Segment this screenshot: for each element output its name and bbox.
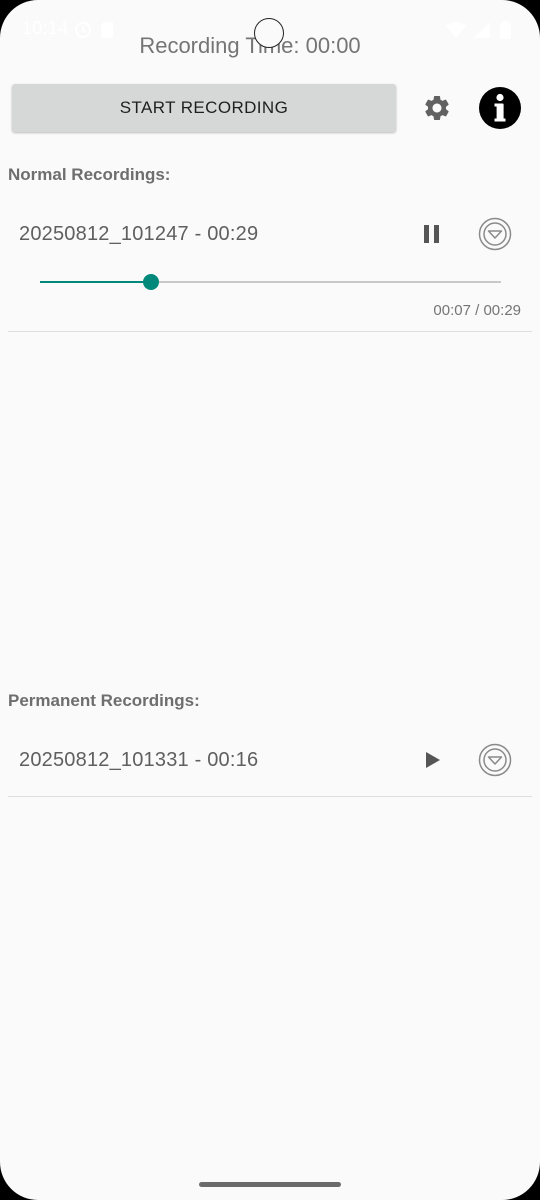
play-icon: [426, 752, 440, 768]
pause-button[interactable]: [414, 216, 450, 252]
info-button[interactable]: [478, 86, 522, 130]
permanent-recordings-header: Permanent Recordings:: [8, 691, 200, 710]
gear-icon: [425, 96, 449, 120]
play-button[interactable]: [414, 742, 450, 778]
recording-name[interactable]: 20250812_101247 - 00:29: [19, 223, 258, 246]
app-screen: 10:14 Recording Time: 00:00 START RECORD…: [0, 0, 540, 1200]
home-indicator[interactable]: [199, 1182, 341, 1187]
start-recording-button[interactable]: START RECORDING: [12, 84, 396, 132]
seek-bar-progress: [40, 281, 152, 283]
recording-name[interactable]: 20250812_101331 - 00:16: [19, 749, 258, 772]
recording-menu-button[interactable]: [477, 216, 513, 252]
normal-recordings-header: Normal Recordings:: [8, 165, 171, 184]
dropdown-circle-icon: [478, 743, 512, 777]
dropdown-circle-icon: [478, 217, 512, 251]
pause-icon: [424, 225, 439, 243]
recording-menu-button[interactable]: [477, 742, 513, 778]
start-recording-label: START RECORDING: [119, 98, 289, 117]
camera-cutout: [254, 18, 284, 48]
seek-bar[interactable]: [40, 274, 501, 290]
battery-icon: [500, 21, 511, 39]
playback-progress-label: 00:07 / 00:29: [433, 302, 521, 319]
divider: [8, 331, 532, 332]
seek-bar-thumb[interactable]: [143, 274, 160, 290]
divider: [8, 796, 532, 797]
recording-time-label: Recording Time: 00:00: [139, 33, 361, 58]
info-icon: [479, 87, 521, 129]
settings-button[interactable]: [420, 90, 454, 126]
